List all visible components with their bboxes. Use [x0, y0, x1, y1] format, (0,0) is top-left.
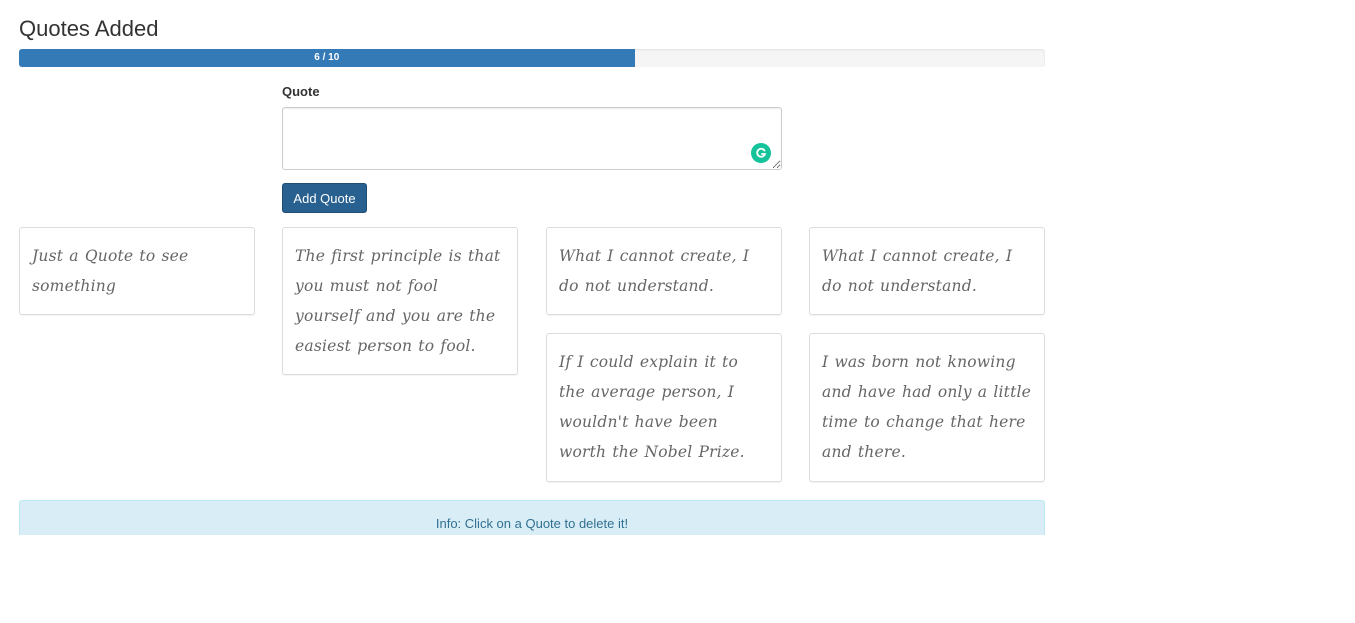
quote-card[interactable]: Just a Quote to see something [19, 227, 255, 315]
info-alert: Info: Click on a Quote to delete it! [19, 500, 1045, 535]
quote-text: What I cannot create, I do not understan… [559, 247, 750, 295]
quote-text: Just a Quote to see something [32, 247, 189, 295]
add-quote-button[interactable]: Add Quote [282, 183, 367, 213]
quote-card[interactable]: If I could explain it to the average per… [546, 333, 782, 482]
quote-label: Quote [282, 84, 320, 99]
grammarly-icon[interactable] [751, 143, 771, 163]
quote-form: Quote [282, 84, 782, 170]
quote-card[interactable]: What I cannot create, I do not understan… [809, 227, 1045, 315]
quote-input-wrap [282, 107, 782, 170]
quote-text: The first principle is that you must not… [295, 247, 501, 355]
quote-text: What I cannot create, I do not understan… [822, 247, 1013, 295]
quotes-progress: 6 / 10 [19, 49, 1045, 67]
quote-text: If I could explain it to the average per… [559, 353, 745, 461]
progress-bar: 6 / 10 [19, 49, 635, 67]
info-text: Info: Click on a Quote to delete it! [435, 516, 629, 531]
quote-input[interactable] [282, 107, 782, 170]
quote-card[interactable]: I was born not knowing and have had only… [809, 333, 1045, 482]
page-title: Quotes Added [19, 16, 159, 41]
quote-card[interactable]: The first principle is that you must not… [282, 227, 518, 375]
quote-text: I was born not knowing and have had only… [822, 353, 1032, 461]
quote-card[interactable]: What I cannot create, I do not understan… [546, 227, 782, 315]
